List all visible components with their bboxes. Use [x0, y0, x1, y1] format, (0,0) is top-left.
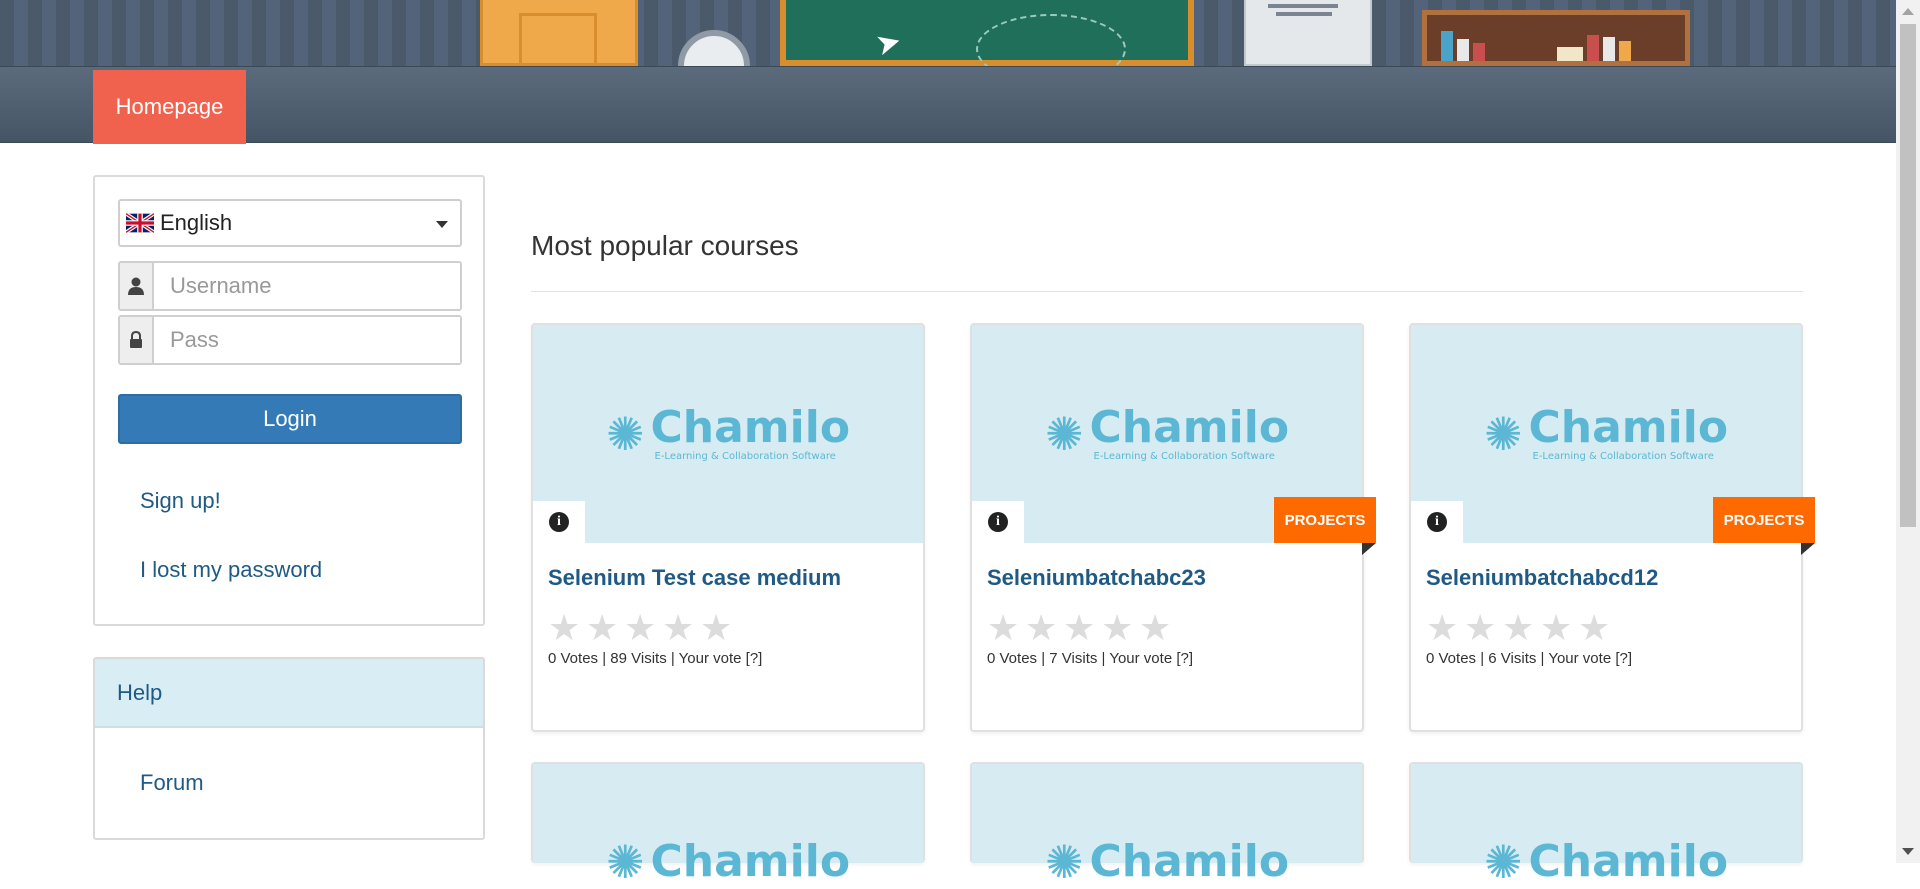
language-select-value: English [160, 210, 233, 235]
category-badge[interactable]: PROJECTS [1713, 497, 1815, 543]
rating-stars: ★ ★ ★ ★ ★ [548, 611, 732, 647]
course-title[interactable]: Seleniumbatchabc23 [987, 565, 1206, 591]
info-icon: i [988, 512, 1008, 532]
chamilo-logo: ✺ Chamilo E-Learning & Collaboration Sof… [1483, 402, 1729, 462]
door-illustration [480, 0, 638, 66]
star-icon[interactable]: ★ [1464, 611, 1496, 647]
bookshelf-illustration [1422, 10, 1690, 66]
scroll-down-icon[interactable] [1902, 848, 1914, 855]
help-panel: Help Forum [93, 657, 485, 840]
course-card: ✺ Chamilo [970, 762, 1364, 885]
username-field-group [118, 261, 462, 311]
cabinet-illustration [1244, 0, 1372, 66]
course-card: ✺ Chamilo E-Learning & Collaboration Sof… [1409, 323, 1815, 732]
course-thumbnail[interactable]: ✺ Chamilo E-Learning & Collaboration Sof… [533, 325, 923, 543]
lost-password-link[interactable]: I lost my password [140, 557, 322, 583]
nav-homepage-tab[interactable]: Homepage [93, 70, 246, 144]
your-vote-link[interactable]: Your vote [?] [1548, 650, 1632, 667]
star-icon[interactable]: ★ [624, 611, 656, 647]
help-heading: Help [95, 659, 483, 728]
uk-flag-icon [126, 213, 154, 233]
star-icon[interactable]: ★ [586, 611, 618, 647]
star-icon[interactable]: ★ [1426, 611, 1458, 647]
chameleon-icon: ✺ [1044, 407, 1084, 461]
course-card: ✺ Chamilo [1409, 762, 1803, 885]
user-icon [120, 263, 154, 309]
course-visits: 6 Visits [1488, 650, 1537, 667]
course-card: ✺ Chamilo [531, 762, 925, 885]
star-icon[interactable]: ★ [1502, 611, 1534, 647]
language-select[interactable]: English [118, 199, 462, 247]
chamilo-logo: ✺ Chamilo [605, 835, 851, 889]
ribbon-fold [1801, 543, 1815, 555]
course-stats: 0 Votes | 6 Visits | Your vote [?] [1426, 650, 1632, 667]
section-title: Most popular courses [531, 230, 799, 261]
course-visits: 89 Visits [610, 650, 667, 667]
password-field-group [118, 315, 462, 365]
star-icon[interactable]: ★ [1139, 611, 1171, 647]
course-info-button[interactable]: i [972, 501, 1024, 543]
login-button[interactable]: Login [118, 394, 462, 444]
chamilo-logo: ✺ Chamilo E-Learning & Collaboration Sof… [605, 402, 851, 462]
page-scrollbar[interactable] [1896, 0, 1920, 863]
chevron-down-icon [436, 221, 448, 228]
course-card: ✺ Chamilo E-Learning & Collaboration Sof… [970, 323, 1376, 732]
course-visits: 7 Visits [1049, 650, 1098, 667]
lock-icon [120, 317, 154, 363]
clock-illustration [678, 30, 750, 66]
chameleon-icon: ✺ [1483, 407, 1523, 461]
course-thumbnail[interactable]: ✺ Chamilo [972, 764, 1362, 885]
signup-link[interactable]: Sign up! [140, 488, 221, 514]
chamilo-logo: ✺ Chamilo [1483, 835, 1729, 889]
scroll-up-icon[interactable] [1902, 8, 1914, 15]
chamilo-logo: ✺ Chamilo [1044, 835, 1290, 889]
star-icon[interactable]: ★ [987, 611, 1019, 647]
course-title[interactable]: Seleniumbatchabcd12 [1426, 565, 1658, 591]
chameleon-icon: ✺ [1483, 835, 1523, 889]
username-input[interactable] [154, 263, 460, 309]
header-banner: ➤ [0, 0, 1896, 66]
star-icon[interactable]: ★ [1025, 611, 1057, 647]
login-panel: English Login Sign up! I lost my passwor… [93, 175, 485, 626]
course-card: ✺ Chamilo E-Learning & Collaboration Sof… [531, 323, 925, 732]
info-icon: i [1427, 512, 1447, 532]
chamilo-logo: ✺ Chamilo E-Learning & Collaboration Sof… [1044, 402, 1290, 462]
forum-link[interactable]: Forum [140, 770, 204, 796]
paper-plane-icon: ➤ [871, 23, 906, 64]
course-stats: 0 Votes | 7 Visits | Your vote [?] [987, 650, 1193, 667]
course-thumbnail[interactable]: ✺ Chamilo [1411, 764, 1801, 885]
section-divider [531, 291, 1803, 292]
star-icon[interactable]: ★ [548, 611, 580, 647]
scrollbar-thumb[interactable] [1900, 24, 1916, 527]
chameleon-icon: ✺ [1044, 835, 1084, 889]
course-title[interactable]: Selenium Test case medium [548, 565, 841, 591]
your-vote-link[interactable]: Your vote [?] [679, 650, 763, 667]
password-input[interactable] [154, 317, 460, 363]
rating-stars: ★ ★ ★ ★ ★ [987, 611, 1171, 647]
course-stats: 0 Votes | 89 Visits | Your vote [?] [548, 650, 763, 667]
ribbon-fold [1362, 543, 1376, 555]
course-info-button[interactable]: i [533, 501, 585, 543]
info-icon: i [549, 512, 569, 532]
category-badge[interactable]: PROJECTS [1274, 497, 1376, 543]
star-icon[interactable]: ★ [700, 611, 732, 647]
course-votes: 0 Votes [548, 650, 599, 667]
course-votes: 0 Votes [987, 650, 1038, 667]
your-vote-link[interactable]: Your vote [?] [1109, 650, 1193, 667]
course-thumbnail[interactable]: ✺ Chamilo [533, 764, 923, 885]
rating-stars: ★ ★ ★ ★ ★ [1426, 611, 1610, 647]
course-info-button[interactable]: i [1411, 501, 1463, 543]
main-navbar: Homepage [0, 66, 1896, 144]
chalkboard-illustration: ➤ [780, 0, 1194, 66]
star-icon[interactable]: ★ [1063, 611, 1095, 647]
star-icon[interactable]: ★ [1101, 611, 1133, 647]
chameleon-icon: ✺ [605, 835, 645, 889]
chameleon-icon: ✺ [605, 407, 645, 461]
star-icon[interactable]: ★ [662, 611, 694, 647]
course-votes: 0 Votes [1426, 650, 1477, 667]
star-icon[interactable]: ★ [1540, 611, 1572, 647]
star-icon[interactable]: ★ [1578, 611, 1610, 647]
